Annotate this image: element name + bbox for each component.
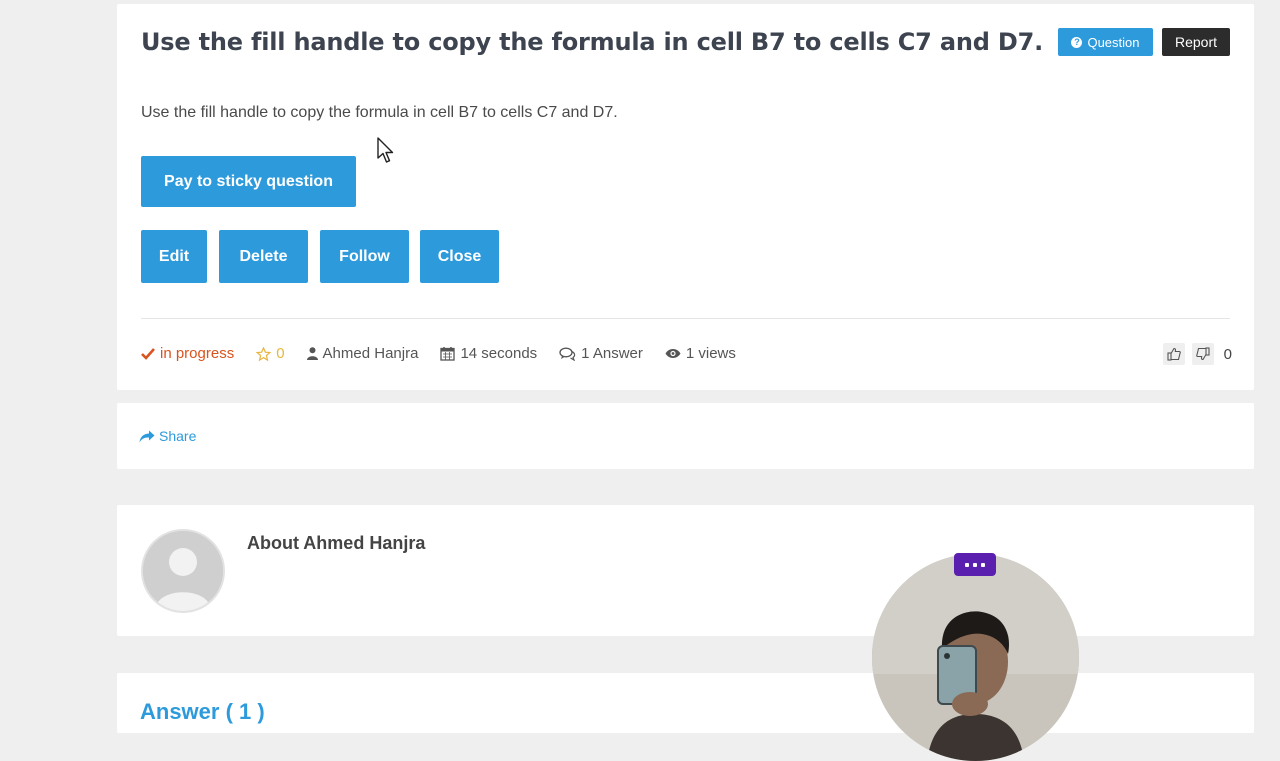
calendar-icon	[440, 346, 456, 361]
share-link[interactable]: Share	[139, 428, 196, 444]
answer-count[interactable]: 1 Answer	[559, 345, 643, 362]
check-icon	[141, 347, 155, 360]
default-avatar-icon	[143, 531, 223, 611]
question-mark-icon: ?	[1071, 36, 1083, 48]
report-button[interactable]: Report	[1162, 28, 1230, 56]
avatar[interactable]	[141, 529, 225, 613]
question-body: Use the fill handle to copy the formula …	[141, 104, 618, 121]
dot	[981, 562, 985, 567]
eye-icon	[665, 348, 681, 359]
delete-button[interactable]: Delete	[219, 230, 308, 283]
views-label: 1 views	[685, 345, 736, 362]
star-icon	[256, 346, 272, 361]
dot	[965, 562, 969, 567]
pay-sticky-button[interactable]: Pay to sticky question	[141, 156, 356, 207]
question-card: Use the fill handle to copy the formula …	[117, 4, 1254, 390]
author[interactable]: Ahmed Hanjra	[306, 345, 419, 362]
downvote-button[interactable]	[1191, 343, 1214, 365]
status-badge: in progress	[141, 345, 234, 362]
author-name: Ahmed Hanjra	[322, 345, 419, 362]
close-button[interactable]: Close	[420, 230, 499, 283]
answer-count-label: 1 Answer	[581, 345, 643, 362]
upvote-button[interactable]	[1162, 343, 1185, 365]
question-title: Use the fill handle to copy the formula …	[141, 28, 1043, 56]
share-icon	[139, 430, 155, 442]
question-meta: in progress 0 Ahmed Hanjra 14 seconds 1 …	[141, 345, 758, 362]
about-author-card: About Ahmed Hanjra	[117, 505, 1254, 636]
time-label: 14 seconds	[460, 345, 538, 362]
star-count: 0	[276, 345, 285, 362]
webcam-overlay	[872, 554, 1079, 761]
share-card: Share	[117, 403, 1254, 469]
thumbs-down-icon	[1195, 347, 1210, 361]
follow-button[interactable]: Follow	[320, 230, 409, 283]
dot	[973, 562, 977, 567]
vote-count: 0	[1223, 345, 1232, 363]
edit-button[interactable]: Edit	[141, 230, 207, 283]
webcam-menu-button[interactable]	[954, 553, 996, 576]
answers-title: Answer ( 1 )	[140, 699, 265, 724]
divider	[141, 318, 1230, 319]
favorite-count[interactable]: 0	[256, 345, 285, 362]
thumbs-up-icon	[1167, 347, 1181, 361]
mouse-cursor-icon	[377, 137, 394, 163]
question-badge-label: Question	[1087, 34, 1140, 50]
view-count: 1 views	[665, 345, 736, 362]
vote-controls: 0	[1162, 343, 1232, 365]
about-title: About Ahmed Hanjra	[247, 533, 426, 553]
user-icon	[306, 347, 318, 360]
webcam-person-image	[872, 554, 1079, 761]
status-label: in progress	[160, 345, 235, 362]
share-label: Share	[159, 428, 197, 444]
comments-icon	[559, 347, 576, 361]
post-time: 14 seconds	[440, 345, 537, 362]
answers-card: Answer ( 1 )	[117, 673, 1254, 733]
question-badge[interactable]: ? Question	[1058, 28, 1153, 56]
